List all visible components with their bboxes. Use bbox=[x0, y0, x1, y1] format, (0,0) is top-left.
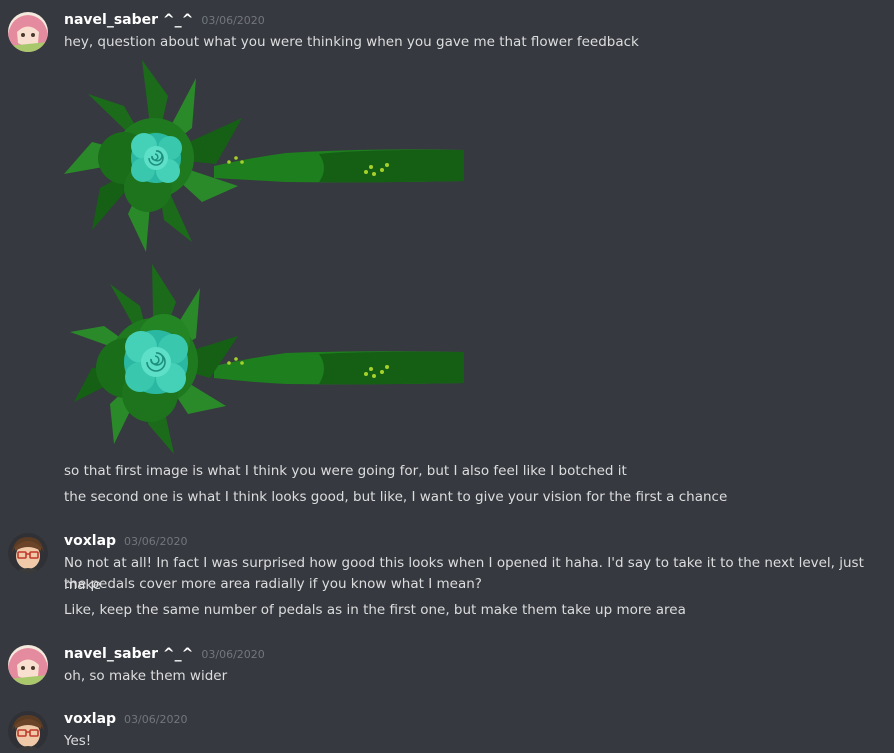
image-attachment[interactable] bbox=[64, 58, 468, 258]
image-attachment[interactable] bbox=[64, 262, 468, 462]
glasses-avatar-icon bbox=[8, 711, 48, 751]
flower-sketch-image bbox=[64, 60, 464, 252]
timestamp: 03/06/2020 bbox=[124, 535, 188, 548]
glasses-avatar-icon bbox=[8, 533, 48, 573]
timestamp: 03/06/2020 bbox=[124, 713, 188, 726]
message-header: voxlap 03/06/2020 bbox=[64, 708, 187, 727]
username[interactable]: navel_saber ^_^ bbox=[64, 646, 193, 662]
message-text: oh, so make them wider bbox=[64, 668, 228, 684]
username[interactable]: voxlap bbox=[64, 711, 116, 727]
message-text: the second one is what I think looks goo… bbox=[64, 489, 728, 505]
message-text: Like, keep the same number of pedals as … bbox=[64, 602, 686, 618]
message-header: voxlap 03/06/2020 bbox=[64, 530, 187, 549]
flower-sketch-image bbox=[70, 264, 464, 454]
message-header: navel_saber ^_^ 03/06/2020 bbox=[64, 643, 265, 662]
avatar[interactable] bbox=[8, 12, 48, 52]
message-text: the pedals cover more area radially if y… bbox=[64, 576, 482, 592]
username[interactable]: voxlap bbox=[64, 533, 116, 549]
message-text: so that first image is what I think you … bbox=[64, 463, 627, 479]
message-text: hey, question about what you were thinki… bbox=[64, 34, 639, 50]
avatar[interactable] bbox=[8, 533, 48, 573]
avatar[interactable] bbox=[8, 645, 48, 685]
anime-avatar-icon bbox=[8, 645, 48, 685]
username[interactable]: navel_saber ^_^ bbox=[64, 12, 193, 28]
timestamp: 03/06/2020 bbox=[201, 14, 265, 27]
timestamp: 03/06/2020 bbox=[201, 648, 265, 661]
message-header: navel_saber ^_^ 03/06/2020 bbox=[64, 9, 265, 28]
avatar[interactable] bbox=[8, 711, 48, 751]
message-text: Yes! bbox=[64, 733, 92, 749]
anime-avatar-icon bbox=[8, 12, 48, 52]
